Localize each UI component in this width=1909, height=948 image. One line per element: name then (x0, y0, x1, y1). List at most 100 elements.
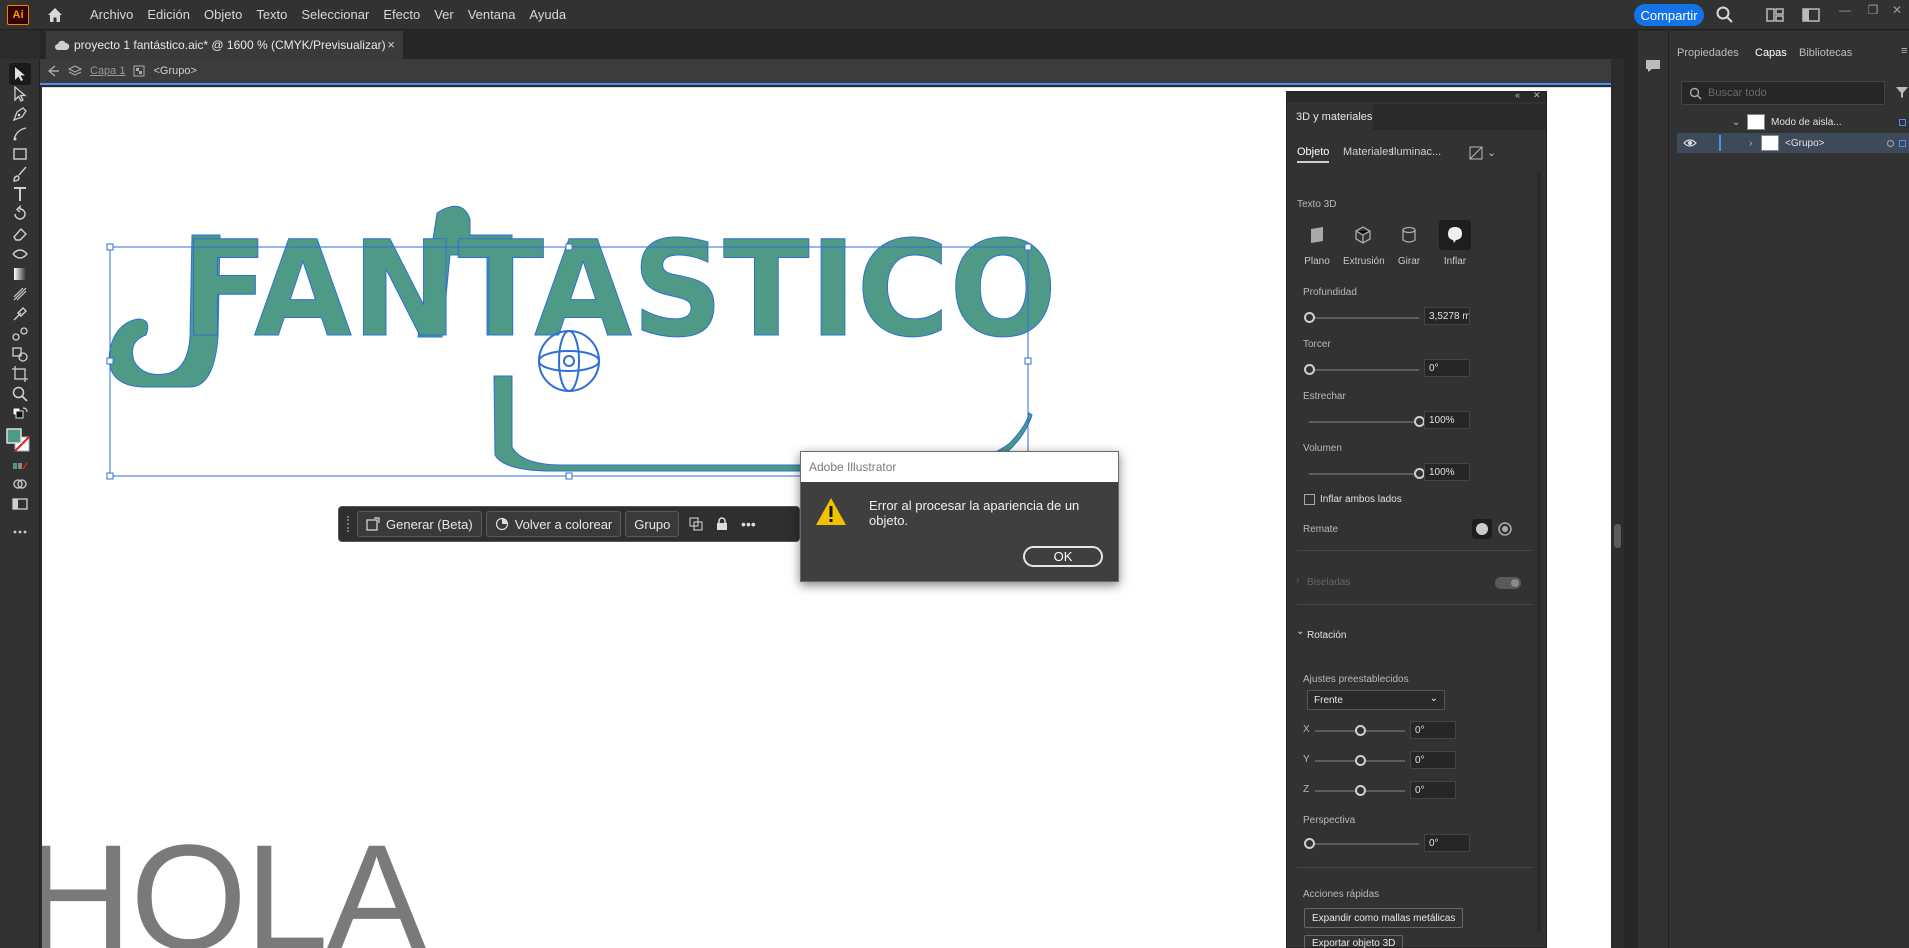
taper-value[interactable]: 100% (1424, 411, 1470, 429)
rot-y-knob[interactable] (1355, 755, 1366, 766)
render-dropdown-icon[interactable]: ⌄ (1487, 146, 1496, 159)
subtab-materiales[interactable]: Materiales (1343, 146, 1394, 158)
volume-slider-track[interactable] (1309, 473, 1419, 475)
subtab-objeto[interactable]: Objeto (1297, 146, 1330, 163)
type-extrusion[interactable]: Extrusión (1343, 220, 1385, 267)
filter-icon[interactable] (1895, 85, 1909, 99)
menu-texto[interactable]: Texto (249, 7, 294, 22)
restore-icon[interactable]: ❐ (1862, 3, 1884, 19)
selection-tool-icon[interactable] (9, 63, 31, 85)
menu-objeto[interactable]: Objeto (197, 7, 249, 22)
depth-slider-track[interactable] (1309, 317, 1419, 319)
artboard-tool-icon[interactable] (9, 363, 31, 385)
volume-value[interactable]: 100% (1424, 463, 1470, 481)
document-tab[interactable]: proyecto 1 fantástico.aic* @ 1600 % (CMY… (46, 31, 403, 59)
ok-button[interactable]: OK (1023, 546, 1103, 567)
type-girar[interactable]: Girar (1389, 220, 1429, 267)
tab-3d-materials[interactable]: 3D y materiales (1287, 104, 1373, 130)
comments-icon[interactable] (1644, 57, 1662, 75)
target-circle-icon[interactable] (1887, 139, 1894, 147)
close-tab-icon[interactable]: × (387, 37, 395, 52)
close-window-icon[interactable]: ✕ (1886, 3, 1908, 19)
fantastico-artwork-text[interactable]: FANTASTICO (182, 213, 1058, 368)
perspective-value[interactable]: 0° (1424, 834, 1470, 852)
cap-on-icon[interactable] (1472, 519, 1492, 539)
warp-tool-icon[interactable] (9, 243, 31, 265)
layer-target-icon[interactable] (1899, 118, 1906, 126)
minimize-icon[interactable]: — (1834, 3, 1856, 19)
layer-row-group[interactable]: › <Grupo> (1677, 133, 1909, 153)
paintbrush-tool-icon[interactable] (9, 163, 31, 185)
twist-value[interactable]: 0° (1424, 359, 1470, 377)
type-tool-icon[interactable] (9, 183, 31, 205)
selection-square-icon[interactable] (1899, 139, 1906, 147)
bevel-toggle[interactable] (1495, 577, 1521, 589)
share-button[interactable]: Compartir (1634, 4, 1704, 26)
menu-ver[interactable]: Ver (427, 7, 461, 22)
layer-row-isolation[interactable]: ⌄ Modo de aisla... (1677, 112, 1909, 132)
direct-selection-tool-icon[interactable] (9, 83, 31, 105)
shape-builder-tool-icon[interactable] (9, 343, 31, 365)
collapse-panel-icon[interactable]: « (1515, 90, 1520, 100)
rot-y-value[interactable]: 0° (1410, 751, 1456, 769)
default-colors-icon[interactable] (9, 404, 31, 426)
screen-mode-icon[interactable] (9, 493, 31, 515)
panel-scroll-track[interactable] (1537, 172, 1541, 932)
lock-icon[interactable] (709, 511, 735, 537)
gradient-tool-icon[interactable] (9, 263, 31, 285)
zoom-tool-icon[interactable] (9, 383, 31, 405)
menu-ayuda[interactable]: Ayuda (522, 7, 573, 22)
rot-x-knob[interactable] (1355, 725, 1366, 736)
panel-menu-icon[interactable]: ≡ (1901, 45, 1907, 57)
expand-mesh-button[interactable]: Expandir como mallas metálicas (1304, 908, 1464, 928)
taper-slider-track[interactable] (1309, 421, 1419, 423)
visibility-eye-icon[interactable] (1683, 137, 1697, 149)
recolor-button[interactable]: Volver a colorear (485, 511, 622, 537)
perspective-knob[interactable] (1304, 838, 1315, 849)
fill-stroke-icon[interactable] (5, 427, 31, 453)
perspective-track[interactable] (1309, 843, 1419, 845)
bevel-chevron-icon[interactable]: › (1296, 575, 1299, 586)
twist-slider-track[interactable] (1309, 369, 1419, 371)
tab-capas[interactable]: Capas (1755, 47, 1787, 59)
menu-archivo[interactable]: Archivo (83, 7, 140, 22)
group-button[interactable]: Grupo (625, 511, 680, 537)
rot-x-value[interactable]: 0° (1410, 721, 1456, 739)
type-inflar[interactable]: Inflar (1435, 220, 1475, 267)
close-panel-icon[interactable]: ✕ (1533, 90, 1541, 101)
menu-efecto[interactable]: Efecto (376, 7, 427, 22)
search-icon[interactable] (1715, 5, 1735, 25)
export-3d-button[interactable]: Exportar objeto 3D (1304, 935, 1404, 948)
pen-tool-icon[interactable] (9, 103, 31, 125)
curvature-tool-icon[interactable] (9, 123, 31, 145)
panel-scrollbar[interactable] (1534, 162, 1544, 942)
presets-dropdown[interactable]: Frente ⌄ (1307, 690, 1445, 710)
depth-value[interactable]: 3,5278 mm (1424, 307, 1470, 325)
generate-beta-button[interactable]: Generar (Beta) (357, 511, 482, 537)
rectangle-tool-icon[interactable] (9, 143, 31, 165)
workspace-icon[interactable] (1765, 5, 1785, 25)
menu-seleccionar[interactable]: Seleccionar (294, 7, 376, 22)
rotate-tool-icon[interactable] (9, 203, 31, 225)
rotation-chevron-icon[interactable]: ⌄ (1296, 626, 1304, 637)
eyedropper-tool-icon[interactable] (9, 303, 31, 325)
depth-slider-knob[interactable] (1304, 312, 1315, 323)
home-icon[interactable] (45, 5, 65, 25)
twist-slider-knob[interactable] (1304, 364, 1315, 375)
rot-z-knob[interactable] (1355, 785, 1366, 796)
eraser-tool-icon[interactable] (9, 223, 31, 245)
type-plano[interactable]: Plano (1297, 220, 1337, 267)
drag-handle[interactable] (347, 516, 351, 532)
more-tools-icon[interactable] (9, 521, 31, 543)
draw-mode-icon[interactable] (9, 473, 31, 495)
breadcrumb-group[interactable]: <Grupo> (153, 65, 196, 77)
rot-z-value[interactable]: 0° (1410, 781, 1456, 799)
tab-bibliotecas[interactable]: Bibliotecas (1799, 47, 1852, 59)
more-options-icon[interactable]: ••• (735, 511, 761, 537)
arrange-icon[interactable] (1801, 5, 1821, 25)
mesh-tool-icon[interactable] (9, 283, 31, 305)
layers-search-input[interactable]: Buscar todo (1681, 81, 1885, 105)
hola-text[interactable]: HOLA (42, 822, 426, 948)
menu-ventana[interactable]: Ventana (461, 7, 523, 22)
back-arrow-icon[interactable] (46, 64, 60, 78)
